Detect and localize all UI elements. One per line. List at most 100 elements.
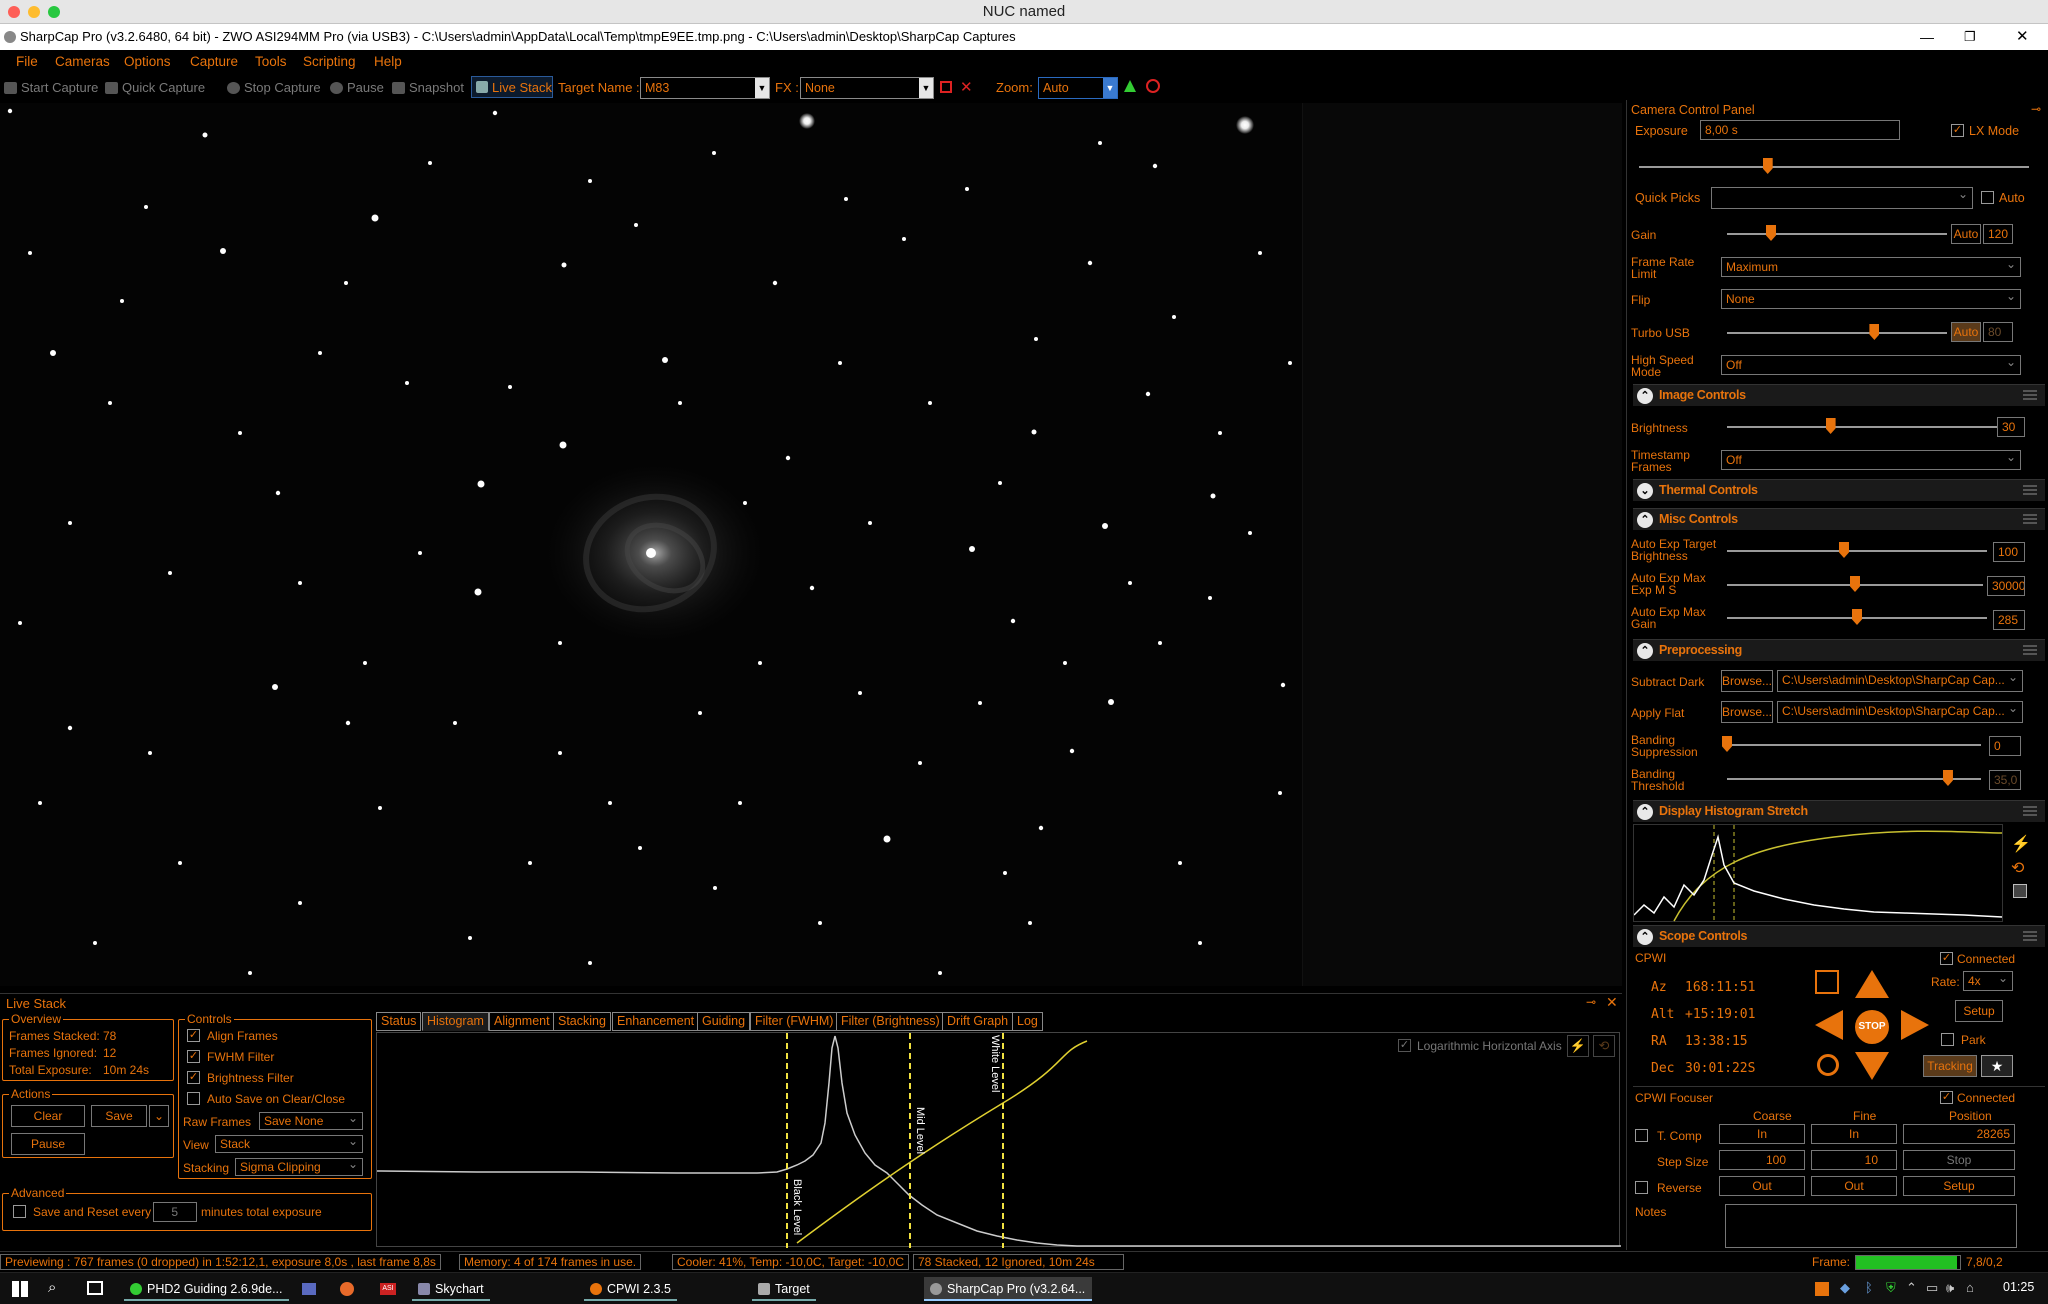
gain-input[interactable]: 120: [1983, 224, 2013, 244]
menu-file[interactable]: File: [16, 54, 38, 69]
tab-filter-fwhm[interactable]: Filter (FWHM): [750, 1012, 839, 1031]
turbo-auto-button[interactable]: Auto: [1951, 322, 1981, 342]
banding-sup-slider-thumb[interactable]: [1722, 736, 1732, 752]
hamburger-icon[interactable]: [2023, 390, 2037, 400]
taskbar-sharpcap[interactable]: SharpCap Pro (v3.2.64...: [924, 1277, 1092, 1301]
security-icon[interactable]: ⛨: [1886, 1280, 1896, 1296]
bluetooth-icon[interactable]: ᛒ: [1865, 1280, 1873, 1295]
star-icon[interactable]: ★: [1981, 1055, 2013, 1077]
brightness-filter-checkbox[interactable]: ✓: [187, 1071, 200, 1084]
chevron-down-icon[interactable]: ▼: [1103, 78, 1117, 98]
goto-icon[interactable]: [1815, 970, 1839, 994]
lx-mode-checkbox[interactable]: ✓: [1951, 124, 1964, 137]
save-options-button[interactable]: ⌄: [149, 1105, 169, 1127]
hamburger-icon[interactable]: [2023, 645, 2037, 655]
hamburger-icon[interactable]: [2023, 806, 2037, 816]
chevron-up-icon[interactable]: ⌃: [1637, 929, 1653, 945]
focuser-stop-button[interactable]: Stop: [1903, 1150, 2015, 1170]
snapshot-button[interactable]: Snapshot: [392, 80, 464, 95]
target-icon[interactable]: [1146, 79, 1160, 93]
firefox-icon[interactable]: [340, 1282, 354, 1296]
view-select[interactable]: Stack: [215, 1133, 363, 1153]
hamburger-icon[interactable]: [2023, 931, 2037, 941]
menu-help[interactable]: Help: [374, 54, 402, 69]
tab-enhancement[interactable]: Enhancement: [612, 1012, 700, 1031]
tab-stacking[interactable]: Stacking: [553, 1012, 611, 1031]
taskbar-cpwi[interactable]: CPWI 2.3.5: [584, 1277, 677, 1301]
start-capture-button[interactable]: Start Capture: [4, 80, 98, 95]
brightness-slider[interactable]: [1727, 426, 2007, 428]
scope-setup-button[interactable]: Setup: [1955, 1000, 2003, 1022]
tab-alignment[interactable]: Alignment: [489, 1012, 555, 1031]
tray-app-icon[interactable]: [1815, 1282, 1829, 1296]
dark-browse-button[interactable]: Browse...: [1721, 670, 1773, 692]
coarse-out-button[interactable]: Out: [1719, 1176, 1805, 1196]
menu-tools[interactable]: Tools: [255, 54, 287, 69]
coarse-step-input[interactable]: 100: [1719, 1150, 1805, 1170]
minimize-traffic-light-icon[interactable]: [28, 6, 40, 18]
exposure-slider[interactable]: [1639, 166, 2029, 168]
gain-slider[interactable]: [1727, 233, 1947, 235]
fx-select[interactable]: None ▼: [800, 77, 934, 99]
gain-auto-button[interactable]: Auto: [1951, 224, 1981, 244]
banding-thr-slider-thumb[interactable]: [1942, 770, 1953, 786]
chevron-up-icon[interactable]: ⌃: [1637, 643, 1653, 659]
banding-thr-slider[interactable]: [1727, 778, 1981, 780]
turbo-usb-input[interactable]: 80: [1983, 322, 2013, 342]
focuser-position-input[interactable]: 28265: [1903, 1124, 2015, 1144]
windows-start-icon[interactable]: [12, 1281, 28, 1297]
app-icon[interactable]: [302, 1283, 316, 1295]
crosshair-icon[interactable]: [1817, 1054, 1839, 1076]
zoom-traffic-light-icon[interactable]: [48, 6, 60, 18]
taskbar-target[interactable]: Target: [752, 1277, 816, 1301]
lightning-icon[interactable]: ⚡: [2011, 834, 2031, 854]
tab-histogram[interactable]: Histogram: [422, 1012, 489, 1031]
reset-icon[interactable]: ⟲: [1593, 1035, 1615, 1057]
lightning-icon[interactable]: ⚡: [1567, 1035, 1589, 1057]
gain-slider-thumb[interactable]: [1766, 225, 1776, 241]
flat-browse-button[interactable]: Browse...: [1721, 701, 1773, 723]
menu-capture[interactable]: Capture: [190, 54, 238, 69]
save-reset-input[interactable]: 5: [153, 1202, 197, 1222]
chevron-up-icon[interactable]: ⌃: [1637, 388, 1653, 404]
notes-textarea[interactable]: [1725, 1204, 2017, 1248]
chevron-down-icon[interactable]: ▼: [755, 78, 769, 98]
coarse-in-button[interactable]: In: [1719, 1124, 1805, 1144]
quick-picks-auto-checkbox[interactable]: [1981, 191, 1994, 204]
stop-button[interactable]: STOP: [1855, 1010, 1889, 1044]
fine-in-button[interactable]: In: [1811, 1124, 1897, 1144]
focuser-setup-button[interactable]: Setup: [1903, 1176, 2015, 1196]
scope-connected-checkbox[interactable]: ✓: [1940, 952, 1953, 965]
save-button[interactable]: Save: [91, 1105, 147, 1127]
turbo-usb-slider-thumb[interactable]: [1869, 324, 1880, 340]
tcomp-checkbox[interactable]: [1635, 1129, 1648, 1142]
misc-controls-header[interactable]: ⌃ Misc Controls: [1633, 508, 2045, 530]
search-icon[interactable]: ⌕: [48, 1279, 56, 1296]
brightness-input[interactable]: 30: [1997, 417, 2025, 437]
histogram-icon[interactable]: [1124, 80, 1136, 92]
rate-select[interactable]: 4x: [1963, 969, 2013, 991]
reticle-icon[interactable]: [940, 81, 952, 93]
log-axis-checkbox[interactable]: ✓: [1398, 1039, 1411, 1052]
turbo-usb-slider[interactable]: [1727, 332, 1947, 334]
banding-thr-input[interactable]: 35,0: [1989, 770, 2021, 790]
align-frames-checkbox[interactable]: ✓: [187, 1029, 200, 1042]
clear-overlay-icon[interactable]: ✕: [960, 78, 973, 96]
reverse-checkbox[interactable]: [1635, 1181, 1648, 1194]
stop-capture-button[interactable]: Stop Capture: [227, 80, 321, 95]
pin-icon[interactable]: ⊸: [2031, 102, 2041, 116]
tray-chevron-icon[interactable]: ⌃: [1906, 1280, 1917, 1296]
pause-stack-button[interactable]: Pause: [11, 1133, 85, 1155]
pin-icon[interactable]: ⊸: [1586, 995, 1596, 1009]
taskbar-phd2[interactable]: PHD2 Guiding 2.6.9de...: [124, 1277, 289, 1301]
display-icon[interactable]: ▭: [1926, 1280, 1938, 1296]
menu-options[interactable]: Options: [124, 54, 171, 69]
aetb-input[interactable]: 100: [1993, 542, 2025, 562]
tab-status[interactable]: Status: [376, 1012, 422, 1031]
minimize-icon[interactable]: —: [1920, 24, 1934, 50]
volume-icon[interactable]: 🕪: [1946, 1280, 1954, 1296]
network-icon[interactable]: ⌂: [1966, 1280, 1974, 1295]
restore-icon[interactable]: ❐: [1964, 24, 1976, 50]
west-arrow-icon[interactable]: [1815, 1010, 1843, 1040]
aegain-slider-thumb[interactable]: [1852, 609, 1862, 625]
